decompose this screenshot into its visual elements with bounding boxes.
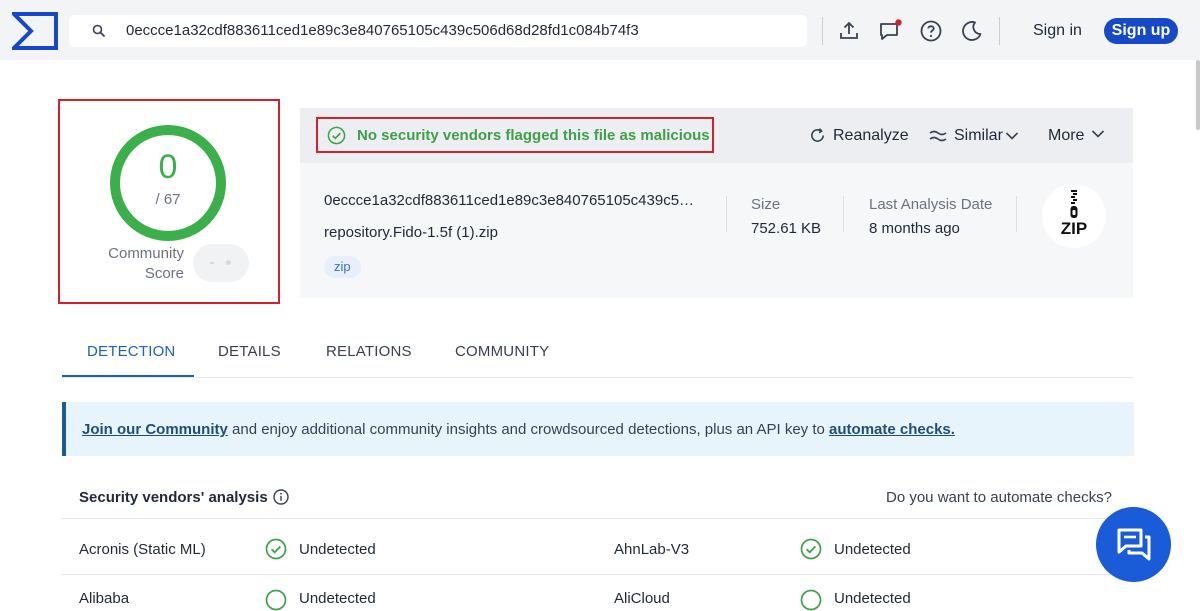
last-analysis-value: 8 months ago xyxy=(869,220,960,237)
detection-count: 0 xyxy=(158,148,178,186)
check-circle-icon xyxy=(265,589,287,611)
tab-relations[interactable]: RELATIONS xyxy=(326,343,412,360)
vendor-name: Acronis (Static ML) xyxy=(79,541,206,558)
community-score-mark xyxy=(226,260,231,265)
size-label: Size xyxy=(751,196,781,213)
vendor-result: Undetected xyxy=(299,541,376,558)
size-value: 752.61 KB xyxy=(751,220,822,237)
dark-mode-icon[interactable] xyxy=(960,19,984,43)
search-icon xyxy=(92,24,106,38)
community-score-widget[interactable] xyxy=(193,244,249,282)
tab-details[interactable]: DETAILS xyxy=(218,343,281,360)
vendor-name: AliCloud xyxy=(614,590,670,607)
scrollbar-thumb[interactable] xyxy=(1196,60,1200,130)
similar-button[interactable]: Similar xyxy=(954,127,1003,145)
check-circle-icon xyxy=(265,538,287,560)
sign-in-link[interactable]: Sign in xyxy=(1033,22,1082,40)
join-community-link[interactable]: Join our Community xyxy=(82,421,228,438)
verdict-text: No security vendors flagged this file as… xyxy=(357,127,710,144)
vendors-section-title: Security vendors' analysis xyxy=(79,489,268,506)
toolbar-divider xyxy=(822,17,823,45)
upload-icon[interactable] xyxy=(837,19,861,43)
active-tab-indicator xyxy=(62,375,194,377)
zip-file-type-icon: ZIP xyxy=(1042,184,1106,248)
vendor-name: AhnLab-V3 xyxy=(614,541,690,558)
zipper-icon xyxy=(1070,190,1078,218)
chevron-down-icon[interactable] xyxy=(1005,131,1019,141)
file-hash[interactable]: 0eccce1a32cdf883611ced1e89c3e840765105c4… xyxy=(324,192,694,209)
banner-middle-text: and enjoy additional community insights … xyxy=(227,421,830,438)
check-circle-icon xyxy=(800,538,822,560)
vendor-result: Undetected xyxy=(299,590,376,607)
refresh-icon[interactable] xyxy=(809,127,826,144)
tab-detection[interactable]: DETECTION xyxy=(87,343,175,360)
column-divider xyxy=(1016,196,1017,232)
vendor-name: Alibaba xyxy=(79,590,130,607)
vendor-result: Undetected xyxy=(834,541,911,558)
banner-text: Join our Community and enjoy additional … xyxy=(82,421,955,438)
row-divider xyxy=(62,574,1134,575)
virustotal-logo-icon[interactable] xyxy=(12,12,58,50)
community-label-line: Community xyxy=(108,245,184,262)
check-circle-icon xyxy=(800,589,822,611)
similar-icon[interactable] xyxy=(929,128,947,144)
info-icon[interactable] xyxy=(273,489,289,505)
detection-total: / 67 xyxy=(155,191,181,208)
row-divider xyxy=(62,518,1134,519)
vendor-result: Undetected xyxy=(834,590,911,607)
file-tag[interactable]: zip xyxy=(324,256,361,278)
community-score-label: Community Score xyxy=(90,244,184,284)
more-button[interactable]: More xyxy=(1048,127,1084,145)
community-score-mark xyxy=(210,262,214,264)
sign-up-button[interactable]: Sign up xyxy=(1104,18,1178,44)
tab-community[interactable]: COMMUNITY xyxy=(455,343,549,360)
file-name: repository.Fido-1.5f (1).zip xyxy=(324,224,498,241)
help-icon[interactable] xyxy=(919,19,943,43)
chat-support-button[interactable] xyxy=(1096,507,1171,582)
chat-notification-icon[interactable] xyxy=(878,19,902,43)
column-divider xyxy=(843,196,844,232)
automate-checks-link[interactable]: automate checks. xyxy=(829,421,955,438)
tabs-divider xyxy=(62,377,1134,378)
community-label-line: Score xyxy=(144,265,184,282)
last-analysis-label: Last Analysis Date xyxy=(869,196,993,213)
chat-icon xyxy=(1117,528,1151,561)
zip-badge-label: ZIP xyxy=(1060,219,1088,238)
search-input-value[interactable]: 0eccce1a32cdf883611ced1e89c3e840765105c4… xyxy=(126,22,639,39)
check-circle-icon xyxy=(327,126,346,145)
chevron-down-icon[interactable] xyxy=(1091,129,1105,139)
column-divider xyxy=(726,196,727,232)
toolbar-divider xyxy=(999,17,1000,45)
automate-checks-link[interactable]: Do you want to automate checks? xyxy=(886,489,1112,506)
reanalyze-button[interactable]: Reanalyze xyxy=(833,127,909,145)
